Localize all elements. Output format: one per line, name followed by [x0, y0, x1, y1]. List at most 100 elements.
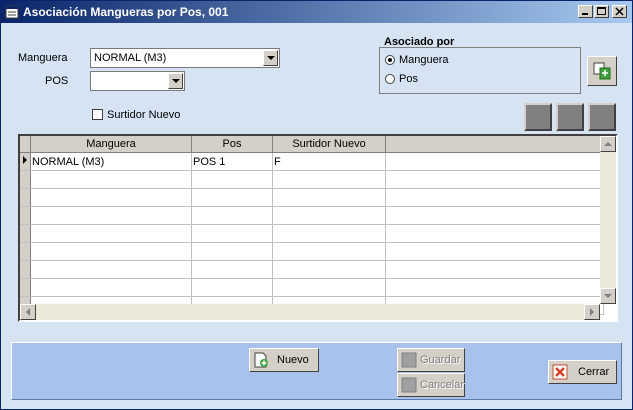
cell-manguera[interactable] [30, 278, 192, 297]
cell-empty [385, 242, 604, 261]
cell-manguera[interactable] [30, 242, 192, 261]
cell-pos[interactable] [191, 242, 273, 261]
cell-manguera[interactable]: NORMAL (M3) [30, 152, 192, 171]
cell-pos[interactable] [191, 278, 273, 297]
cell-surtidor[interactable] [272, 188, 386, 207]
row-indicator [20, 278, 31, 297]
cell-empty [385, 152, 604, 171]
chevron-down-icon [172, 79, 180, 83]
row-indicator [20, 260, 31, 279]
table-row[interactable] [20, 224, 604, 243]
arrow-down-icon [604, 294, 612, 298]
cell-surtidor[interactable] [272, 242, 386, 261]
cancelar-button[interactable]: Cancelar [397, 373, 465, 397]
column-header-pos[interactable]: Pos [191, 136, 273, 153]
cell-empty [385, 188, 604, 207]
scroll-left-button[interactable] [20, 304, 36, 320]
arrow-right-icon [590, 308, 594, 316]
grid-table: Manguera Pos Surtidor Nuevo NORMAL (M3) … [20, 136, 604, 315]
scroll-up-button[interactable] [600, 136, 616, 152]
table-row[interactable] [20, 278, 604, 297]
radio-pos[interactable] [385, 74, 395, 84]
cell-pos[interactable] [191, 260, 273, 279]
row-indicator [20, 170, 31, 189]
grid-action-button-1[interactable] [524, 103, 552, 131]
manguera-select[interactable]: NORMAL (M3) [90, 48, 280, 68]
data-grid[interactable]: Manguera Pos Surtidor Nuevo NORMAL (M3) … [18, 134, 618, 322]
cell-surtidor[interactable]: F [272, 152, 386, 171]
arrow-up-icon [604, 142, 612, 146]
cell-empty [385, 224, 604, 243]
cell-manguera[interactable] [30, 170, 192, 189]
table-row[interactable] [20, 188, 604, 207]
nuevo-button[interactable]: Nuevo [249, 348, 319, 372]
cell-empty [385, 278, 604, 297]
main-window: Asociación Mangueras por Pos, 001 Mangue… [0, 0, 633, 410]
table-row[interactable] [20, 170, 604, 189]
pos-select[interactable] [90, 71, 185, 91]
arrow-left-icon [26, 308, 30, 316]
cerrar-button-label: Cerrar [578, 366, 610, 378]
title-bar[interactable]: Asociación Mangueras por Pos, 001 [1, 1, 632, 23]
cell-pos[interactable] [191, 170, 273, 189]
row-indicator [20, 242, 31, 261]
cell-pos[interactable] [191, 206, 273, 225]
cell-manguera[interactable] [30, 206, 192, 225]
cell-empty [385, 260, 604, 279]
radio-manguera-label: Manguera [399, 54, 449, 66]
vertical-scrollbar[interactable] [600, 136, 616, 304]
row-indicator [20, 188, 31, 207]
cell-empty [385, 170, 604, 189]
manguera-select-value: NORMAL (M3) [94, 52, 167, 64]
link-button[interactable] [587, 56, 617, 86]
current-row-icon [23, 156, 27, 164]
maximize-button[interactable] [594, 5, 609, 18]
grid-header-row: Manguera Pos Surtidor Nuevo [20, 136, 604, 153]
radio-pos-label: Pos [399, 73, 418, 85]
close-window-button[interactable] [612, 5, 627, 18]
column-header-manguera[interactable]: Manguera [30, 136, 192, 153]
cell-pos[interactable] [191, 224, 273, 243]
minimize-icon [582, 13, 588, 15]
surtidor-nuevo-label: Surtidor Nuevo [107, 109, 181, 121]
window-title: Asociación Mangueras por Pos, 001 [23, 5, 229, 19]
nuevo-button-label: Nuevo [277, 354, 309, 366]
cell-surtidor[interactable] [272, 206, 386, 225]
manguera-dropdown-button[interactable] [263, 50, 278, 66]
table-row[interactable] [20, 206, 604, 225]
guardar-button-label: Guardar [420, 354, 461, 366]
manguera-label: Manguera [18, 52, 68, 64]
cell-manguera[interactable] [30, 260, 192, 279]
cell-surtidor[interactable] [272, 170, 386, 189]
horizontal-scrollbar[interactable] [20, 304, 600, 320]
footer-panel: Nuevo Guardar Cancelar Cerrar [11, 342, 622, 400]
column-header-empty [385, 136, 604, 153]
cell-surtidor[interactable] [272, 278, 386, 297]
cerrar-button[interactable]: Cerrar [548, 360, 617, 384]
cell-pos[interactable] [191, 188, 273, 207]
save-icon [401, 352, 417, 368]
guardar-button[interactable]: Guardar [397, 348, 465, 372]
app-icon [5, 5, 19, 19]
cancel-icon [401, 377, 417, 393]
scroll-down-button[interactable] [600, 288, 616, 304]
pos-dropdown-button[interactable] [168, 73, 183, 89]
table-row[interactable] [20, 260, 604, 279]
table-row[interactable]: NORMAL (M3) POS 1 F [20, 152, 604, 171]
row-indicator [20, 206, 31, 225]
link-icon [593, 62, 611, 80]
grid-action-button-3[interactable] [588, 103, 616, 131]
minimize-button[interactable] [578, 5, 593, 18]
radio-manguera[interactable] [385, 55, 395, 65]
row-indicator [20, 224, 31, 243]
cell-manguera[interactable] [30, 188, 192, 207]
surtidor-nuevo-checkbox[interactable] [92, 109, 103, 120]
grid-action-button-2[interactable] [556, 103, 584, 131]
column-header-surtidor[interactable]: Surtidor Nuevo [272, 136, 386, 153]
table-row[interactable] [20, 242, 604, 261]
cell-surtidor[interactable] [272, 260, 386, 279]
cell-manguera[interactable] [30, 224, 192, 243]
scroll-right-button[interactable] [584, 304, 600, 320]
cell-pos[interactable]: POS 1 [191, 152, 273, 171]
cell-surtidor[interactable] [272, 224, 386, 243]
